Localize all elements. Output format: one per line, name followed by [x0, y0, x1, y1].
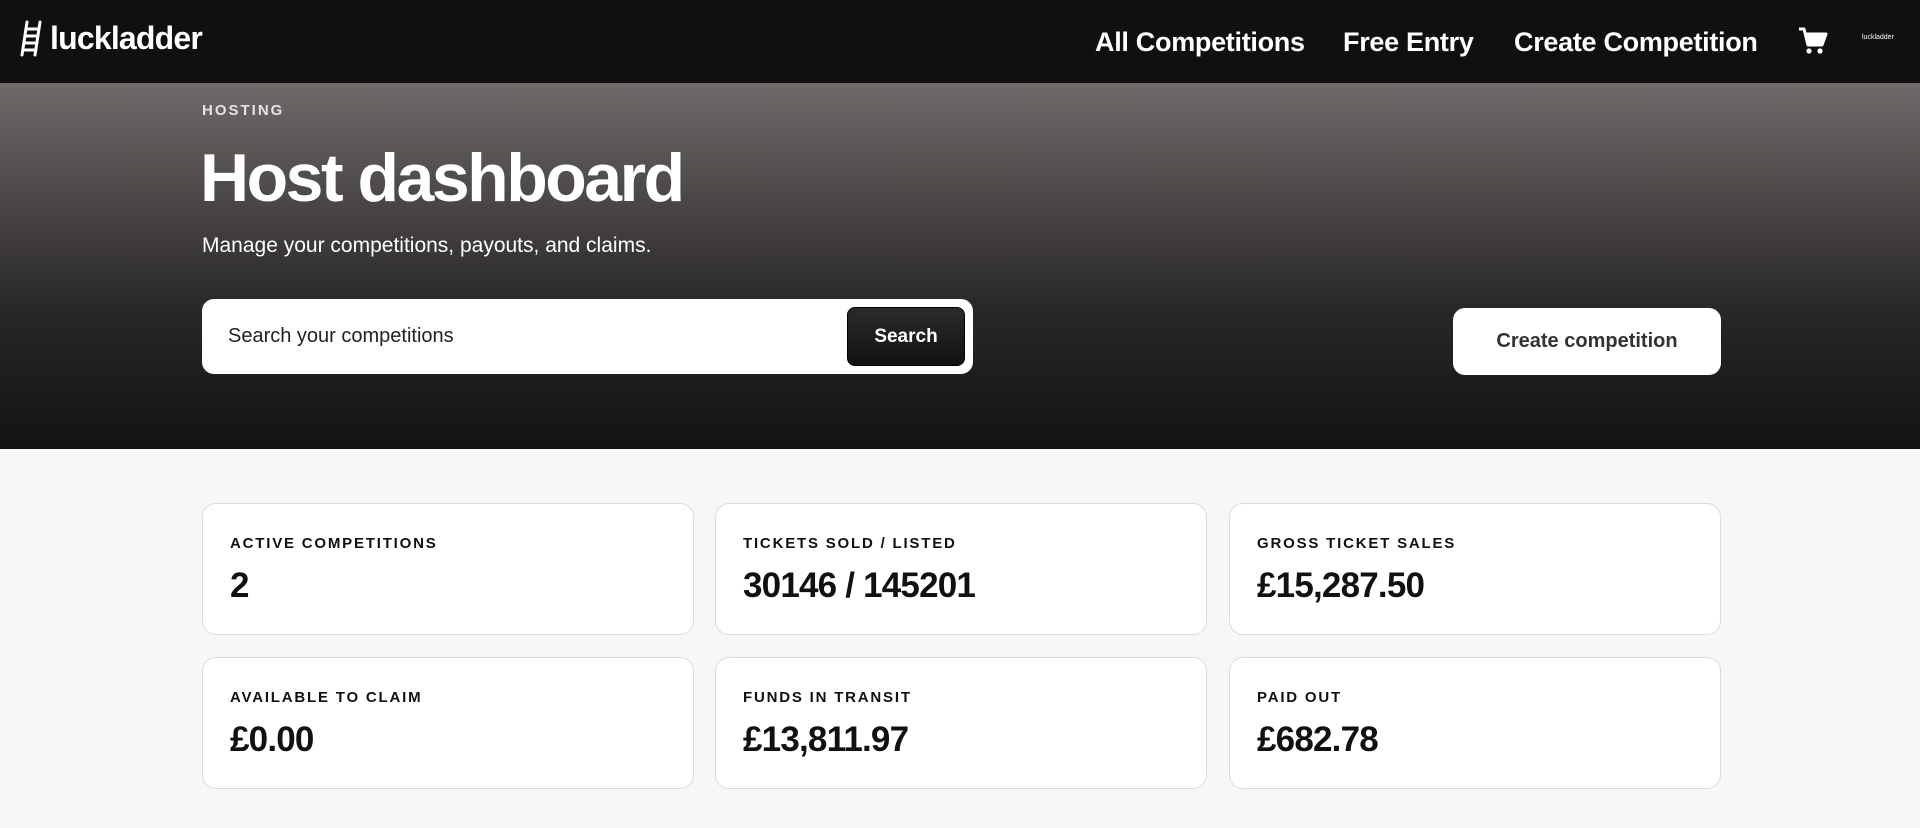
search-box: Search [202, 299, 973, 374]
stat-card-funds-in-transit: FUNDS IN TRANSIT £13,811.97 [715, 657, 1207, 789]
search-input[interactable] [228, 299, 828, 374]
stat-value: £13,811.97 [743, 720, 909, 759]
page-title: Host dashboard [200, 140, 685, 216]
main-nav: All Competitions Free Entry Create Compe… [0, 22, 1920, 62]
stat-card-available-to-claim: AVAILABLE TO CLAIM £0.00 [202, 657, 694, 789]
stat-label: FUNDS IN TRANSIT [743, 689, 912, 706]
stat-value: £15,287.50 [1257, 566, 1425, 605]
stat-label: TICKETS SOLD / LISTED [743, 535, 957, 552]
stat-value: 2 [230, 566, 249, 605]
stat-value: £0.00 [230, 720, 314, 759]
stat-label: ACTIVE COMPETITIONS [230, 535, 438, 552]
stat-value: £682.78 [1257, 720, 1379, 759]
stat-card-active-competitions: ACTIVE COMPETITIONS 2 [202, 503, 694, 635]
account-avatar[interactable]: luckladder [1862, 34, 1894, 41]
create-competition-button[interactable]: Create competition [1453, 308, 1721, 375]
nav-all-competitions[interactable]: All Competitions [1095, 22, 1305, 62]
page-subtitle: Manage your competitions, payouts, and c… [202, 234, 652, 257]
search-button[interactable]: Search [847, 307, 965, 366]
cart-icon[interactable] [1798, 26, 1828, 56]
top-navigation-bar: luckladder All Competitions Free Entry C… [0, 0, 1920, 83]
section-eyebrow: HOSTING [202, 102, 285, 119]
nav-create-competition[interactable]: Create Competition [1514, 22, 1758, 62]
stat-label: AVAILABLE TO CLAIM [230, 689, 423, 706]
hero-banner: HOSTING Host dashboard Manage your compe… [0, 83, 1920, 449]
stat-card-tickets-sold: TICKETS SOLD / LISTED 30146 / 145201 [715, 503, 1207, 635]
nav-free-entry[interactable]: Free Entry [1343, 22, 1474, 62]
stat-card-paid-out: PAID OUT £682.78 [1229, 657, 1721, 789]
stat-label: GROSS TICKET SALES [1257, 535, 1457, 552]
stat-card-gross-ticket-sales: GROSS TICKET SALES £15,287.50 [1229, 503, 1721, 635]
stat-value: 30146 / 145201 [743, 566, 976, 605]
stat-label: PAID OUT [1257, 689, 1342, 706]
